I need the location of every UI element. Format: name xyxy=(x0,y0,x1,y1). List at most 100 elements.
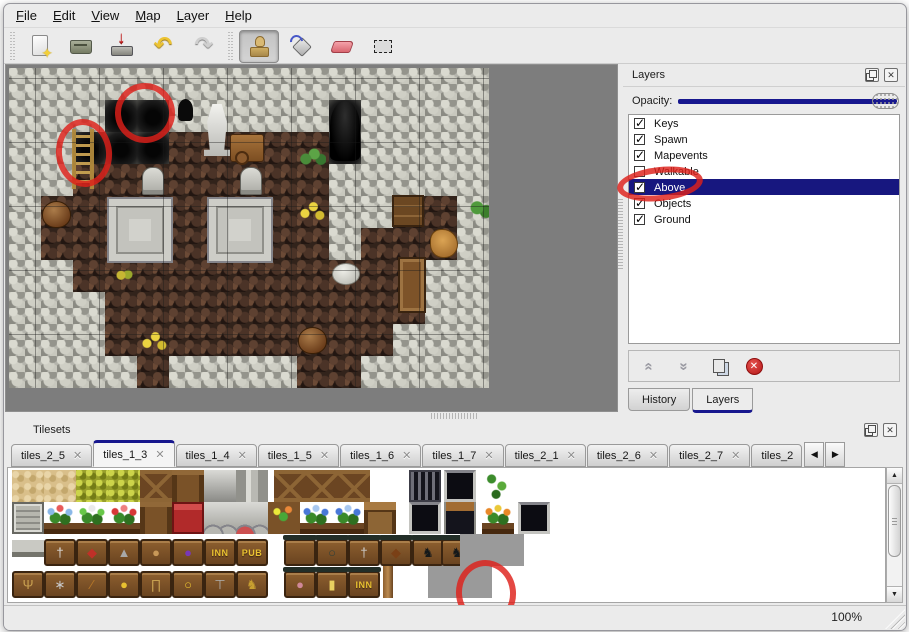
close-tab-icon[interactable]: ✕ xyxy=(155,448,164,461)
tab-scroll-left-icon[interactable]: ◀ xyxy=(804,442,824,467)
tileset-tile-woodtable[interactable] xyxy=(364,502,396,534)
tileset-tile-hsign[interactable]: INN xyxy=(348,571,380,598)
tileset-tile-woodpost[interactable] xyxy=(140,502,172,534)
tab-layers[interactable]: Layers xyxy=(692,388,753,413)
close-tab-icon[interactable]: ✕ xyxy=(320,449,329,462)
tileset-tile-arch-red[interactable] xyxy=(236,502,268,534)
tileset-tile-sign[interactable]: ● xyxy=(172,539,204,566)
toolbar-button-save-file[interactable] xyxy=(103,31,141,62)
toolbar-group-grip[interactable] xyxy=(228,32,233,60)
tileset-tile-gray[interactable] xyxy=(492,534,524,566)
tileset-tile-gray[interactable] xyxy=(428,566,460,598)
tileset-tile-sign[interactable]: ○ xyxy=(172,571,204,598)
tileset-tile-sign[interactable]: ∕ xyxy=(76,571,108,598)
tileset-tile-sign[interactable]: ▲ xyxy=(108,539,140,566)
tileset-tab-tiles_2[interactable]: tiles_2✕ xyxy=(751,444,802,467)
map-canvas[interactable] xyxy=(9,68,489,388)
scrollbar-thumb[interactable] xyxy=(888,485,901,557)
menu-item-file[interactable]: File xyxy=(16,8,37,23)
tileset-tile-arch-gray[interactable] xyxy=(204,502,236,534)
scroll-up-icon[interactable]: ▲ xyxy=(887,468,902,484)
tileset-tile-woodx[interactable] xyxy=(140,470,172,502)
tileset-tab-tiles_1_3[interactable]: tiles_1_3✕ xyxy=(93,440,174,467)
tileset-tile-graygrad[interactable] xyxy=(204,470,236,502)
tileset-tab-tiles_2_7[interactable]: tiles_2_7✕ xyxy=(669,444,750,467)
tileset-tile-sill[interactable] xyxy=(12,534,44,566)
close-tab-icon[interactable]: ✕ xyxy=(649,449,658,462)
tileset-tab-tiles_1_5[interactable]: tiles_1_5✕ xyxy=(258,444,339,467)
layer-row-above[interactable]: ✓Above xyxy=(629,179,899,195)
window-resize-grip[interactable] xyxy=(885,609,905,629)
tileset-tile-redbox[interactable] xyxy=(172,502,204,534)
close-tab-icon[interactable]: ✕ xyxy=(484,449,493,462)
opacity-slider-handle[interactable] xyxy=(872,93,899,109)
tileset-tab-tiles_1_4[interactable]: tiles_1_4✕ xyxy=(176,444,257,467)
tileset-tile-gray[interactable] xyxy=(460,534,492,566)
move-layer-up-icon[interactable]: « xyxy=(639,356,659,376)
layer-row-objects[interactable]: ✓Objects xyxy=(629,195,899,211)
tileset-tile-hsign[interactable]: ● xyxy=(284,571,316,598)
toolbar-button-stamp-tool[interactable] xyxy=(239,30,279,63)
layer-row-mapevents[interactable]: ✓Mapevents xyxy=(629,147,899,163)
tileset-scrollbar[interactable]: ▲ ▼ xyxy=(886,467,903,603)
close-tab-icon[interactable]: ✕ xyxy=(567,449,576,462)
toolbar-button-new-file[interactable] xyxy=(21,31,59,62)
tileset-tile-woodx[interactable] xyxy=(274,470,306,502)
tileset-view[interactable]: †◆▲●●INNPUB○†◆♞♞Ψ∗∕●∏○⊤♞●▮INN xyxy=(7,467,886,603)
tileset-tile-flowerbox[interactable] xyxy=(268,502,300,534)
opacity-slider[interactable] xyxy=(678,99,897,104)
toolbar-button-redo[interactable] xyxy=(185,31,223,62)
delete-layer-icon[interactable]: ✕ xyxy=(744,356,764,376)
toolbar-button-open-file[interactable] xyxy=(62,31,100,62)
tab-history[interactable]: History xyxy=(628,388,690,411)
tileset-tile-sign[interactable]: ∏ xyxy=(140,571,172,598)
close-tab-icon[interactable]: ✕ xyxy=(238,449,247,462)
tileset-tile-sign[interactable]: Ψ xyxy=(12,571,44,598)
tileset-tile-shutter[interactable] xyxy=(12,502,44,534)
tileset-tile-sign[interactable]: ◆ xyxy=(76,539,108,566)
toolbar-button-select-tool[interactable] xyxy=(364,31,402,62)
layer-visibility-checkbox[interactable] xyxy=(634,166,645,177)
tileset-tile-woodx[interactable] xyxy=(338,470,370,502)
tileset-tile-woodpost[interactable] xyxy=(172,470,204,502)
tileset-tile-darkwin[interactable] xyxy=(518,502,550,534)
tileset-tile-sand[interactable] xyxy=(12,470,44,502)
menu-item-view[interactable]: View xyxy=(91,8,119,23)
toolbar-group-grip[interactable] xyxy=(10,32,15,60)
menu-item-help[interactable]: Help xyxy=(225,8,252,23)
layer-visibility-checkbox[interactable]: ✓ xyxy=(634,150,645,161)
close-tab-icon[interactable]: ✕ xyxy=(402,449,411,462)
tileset-tab-tiles_2_1[interactable]: tiles_2_1✕ xyxy=(505,444,586,467)
close-tab-icon[interactable]: ✕ xyxy=(801,449,802,462)
tileset-tab-tiles_1_7[interactable]: tiles_1_7✕ xyxy=(422,444,503,467)
close-tab-icon[interactable]: ✕ xyxy=(73,449,82,462)
toolbar-button-fill-tool[interactable] xyxy=(282,31,320,62)
layer-visibility-checkbox[interactable]: ✓ xyxy=(634,214,645,225)
menu-item-edit[interactable]: Edit xyxy=(53,8,75,23)
tileset-tile-gray[interactable] xyxy=(460,566,492,598)
menu-item-map[interactable]: Map xyxy=(135,8,160,23)
tileset-tile-sign[interactable]: ♞ xyxy=(236,571,268,598)
toolbar-button-undo[interactable] xyxy=(144,31,182,62)
close-panel-icon[interactable]: ✕ xyxy=(883,423,897,437)
tileset-tile-sign[interactable]: PUB xyxy=(236,539,268,566)
tileset-tab-tiles_1_6[interactable]: tiles_1_6✕ xyxy=(340,444,421,467)
tileset-tile-bush[interactable] xyxy=(108,470,140,502)
toolbar-button-eraser-tool[interactable] xyxy=(323,31,361,62)
tileset-tile-grill[interactable] xyxy=(409,470,441,502)
tileset-tile-pillar[interactable] xyxy=(236,470,268,502)
layer-visibility-checkbox[interactable]: ✓ xyxy=(634,182,645,193)
layer-row-walkable[interactable]: Walkable xyxy=(629,163,899,179)
duplicate-layer-icon[interactable] xyxy=(709,356,729,376)
tileset-tile-hsign[interactable]: ◆ xyxy=(380,539,412,566)
layer-visibility-checkbox[interactable]: ✓ xyxy=(634,134,645,145)
tileset-tile-pole[interactable] xyxy=(383,566,393,598)
layer-visibility-checkbox[interactable]: ✓ xyxy=(634,198,645,209)
close-panel-icon[interactable]: ✕ xyxy=(884,68,898,82)
tileset-tile-fl-blue[interactable] xyxy=(300,502,332,534)
tileset-tile-bush[interactable] xyxy=(76,470,108,502)
tileset-tile-hsign[interactable]: † xyxy=(348,539,380,566)
tileset-tile-hsign[interactable]: ♞ xyxy=(412,539,444,566)
layer-row-keys[interactable]: ✓Keys xyxy=(629,115,899,131)
scroll-down-icon[interactable]: ▼ xyxy=(887,586,902,602)
